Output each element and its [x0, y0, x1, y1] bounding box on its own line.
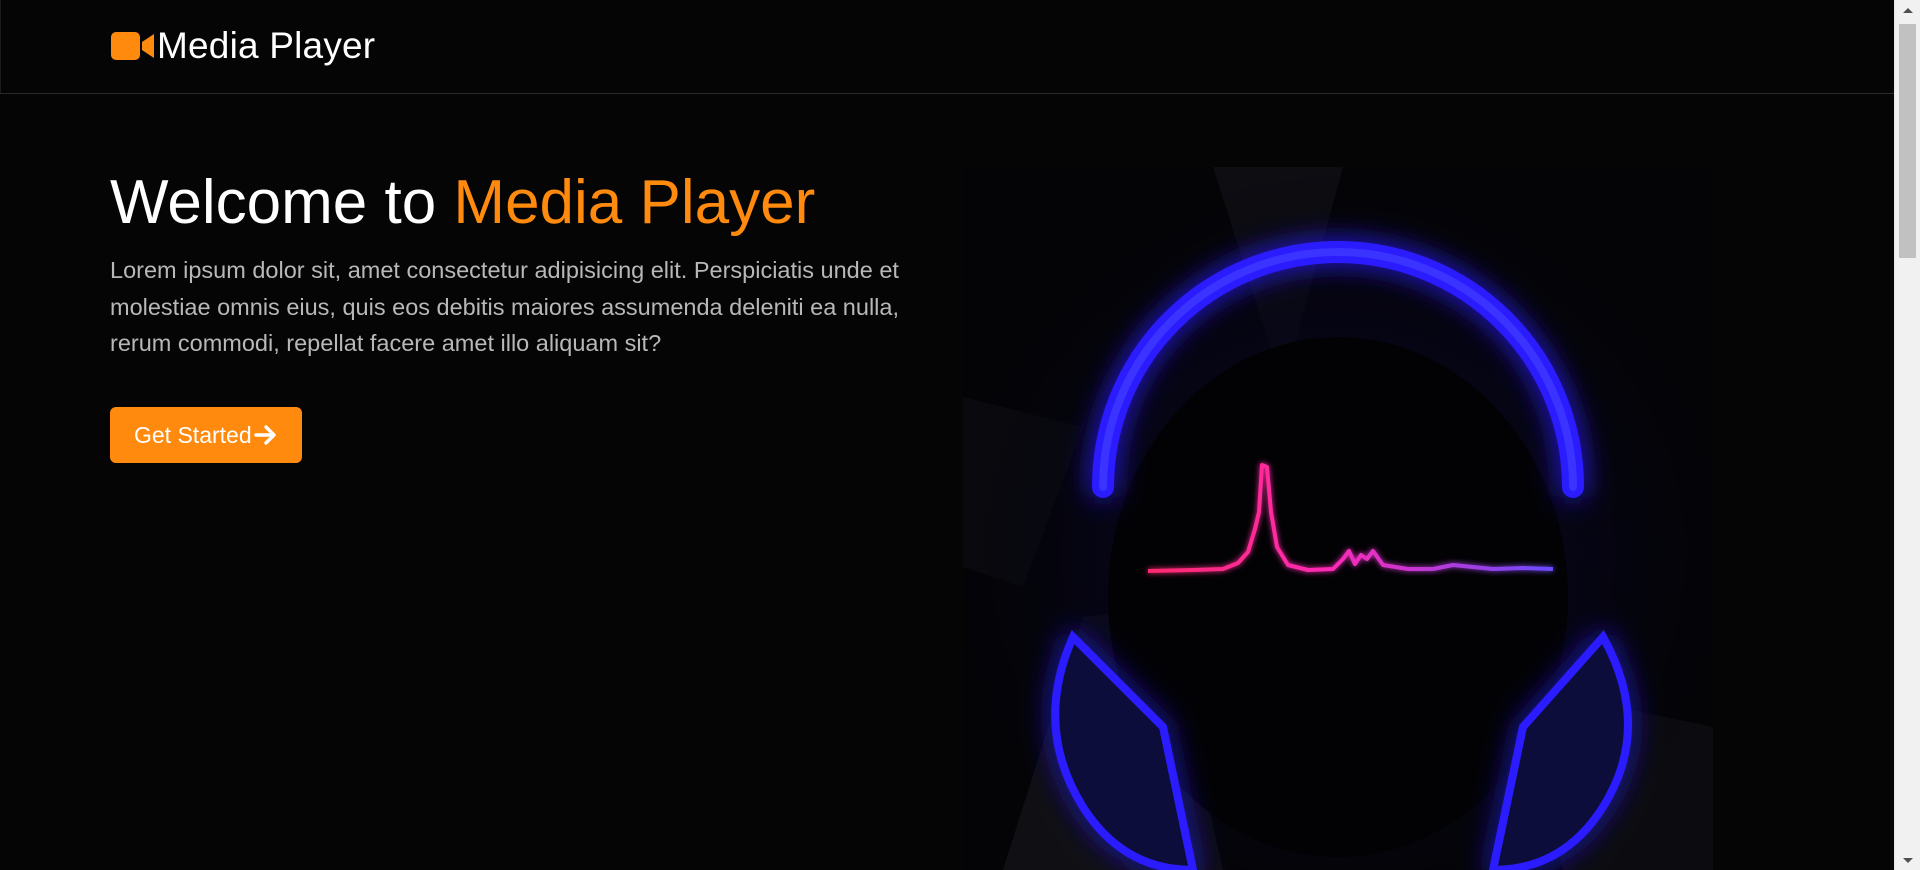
scroll-up-arrow-icon[interactable] — [1895, 0, 1920, 20]
page: Media Player Welcome to Media Player Lor… — [0, 0, 1920, 870]
scroll-down-arrow-icon[interactable] — [1895, 850, 1920, 870]
vertical-scrollbar[interactable] — [1894, 0, 1920, 870]
hero-image — [963, 167, 1713, 870]
hero-title-accent: Media Player — [453, 168, 816, 237]
brand-link[interactable]: Media Player — [111, 24, 375, 68]
hero-title-prefix: Welcome to — [110, 168, 454, 237]
hero-description: Lorem ipsum dolor sit, amet consectetur … — [110, 257, 899, 356]
navbar: Media Player — [0, 0, 1894, 94]
scrollbar-thumb[interactable] — [1899, 24, 1916, 258]
headphones-waveform-illustration — [963, 167, 1713, 870]
video-camera-icon — [111, 32, 154, 60]
get-started-button[interactable]: Get Started — [110, 407, 302, 463]
brand-label: Media Player — [157, 25, 376, 66]
arrow-right-icon — [253, 425, 276, 445]
hero-title: Welcome to Media Player — [110, 166, 815, 240]
get-started-label: Get Started — [134, 421, 252, 448]
